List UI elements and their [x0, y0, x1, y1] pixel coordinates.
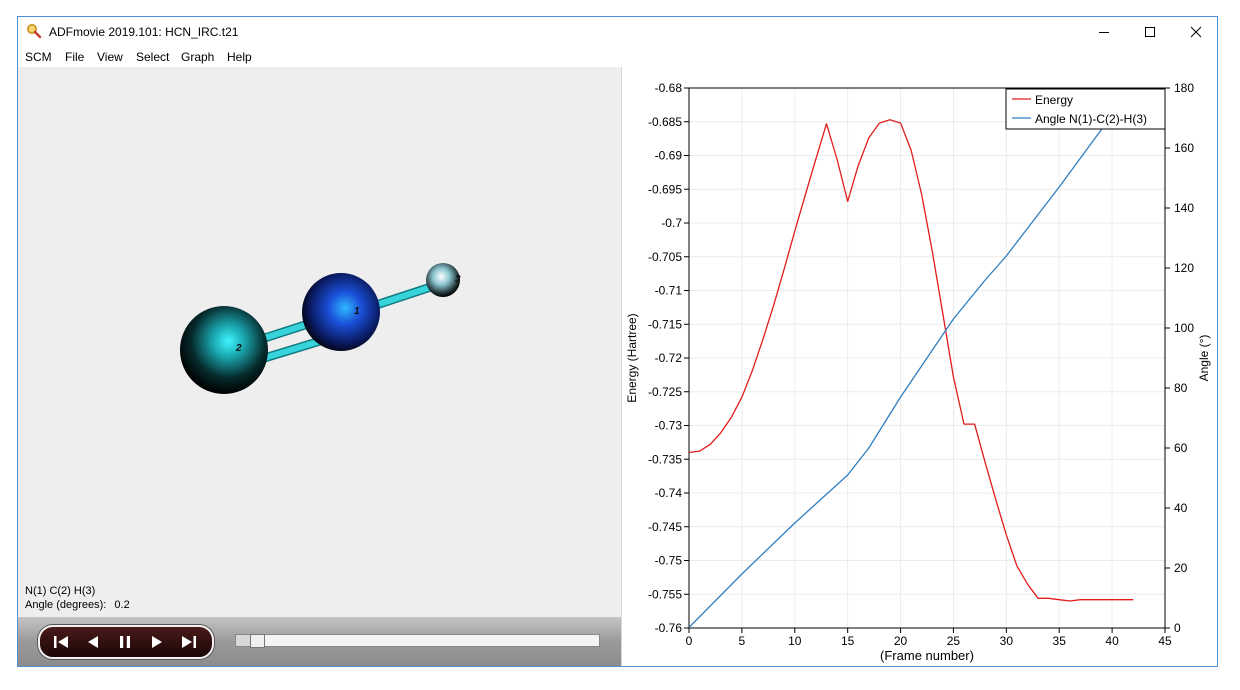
- menu-bar: SCM File View Select Graph Help: [18, 47, 1217, 67]
- atom-n-1[interactable]: 1: [302, 273, 380, 351]
- y2-tick-label: 40: [1174, 501, 1188, 515]
- x-tick-label: 0: [686, 634, 693, 648]
- y-tick-label: -0.755: [648, 587, 682, 601]
- menu-file[interactable]: File: [65, 50, 84, 64]
- y-tick-label: -0.725: [648, 385, 682, 399]
- y2-tick-label: 160: [1174, 141, 1194, 155]
- frame-slider-thumb[interactable]: [250, 634, 266, 648]
- menu-scm[interactable]: SCM: [25, 50, 52, 64]
- y-tick-label: -0.68: [655, 81, 683, 95]
- x-tick-label: 10: [788, 634, 802, 648]
- x-tick-label: 35: [1053, 634, 1067, 648]
- y2-axis-ticks: 0 20 40 60 80 100 120 140 160 180: [1165, 81, 1194, 635]
- y-tick-label: -0.715: [648, 317, 682, 331]
- next-frame-button[interactable]: [146, 631, 168, 653]
- app-window: ADFmovie 2019.101: HCN_IRC.t21 SCM File …: [17, 16, 1218, 667]
- previous-frame-button[interactable]: [82, 631, 104, 653]
- close-icon: [1190, 26, 1202, 38]
- y-tick-label: -0.745: [648, 520, 682, 534]
- title-bar[interactable]: ADFmovie 2019.101: HCN_IRC.t21: [18, 17, 1217, 47]
- y-tick-label: -0.695: [648, 182, 682, 196]
- y2-tick-label: 80: [1174, 381, 1188, 395]
- svg-text:2: 2: [235, 343, 242, 354]
- pause-button[interactable]: [114, 631, 136, 653]
- y-tick-label: -0.685: [648, 115, 682, 129]
- y2-axis-label: Angle (°): [1197, 335, 1211, 382]
- selected-atoms-text: N(1) C(2) H(3): [25, 585, 96, 597]
- angle-readout: Angle (degrees): 0.2: [25, 599, 130, 611]
- atom-c-2[interactable]: 2: [180, 306, 268, 394]
- angle-label: Angle (degrees):: [25, 599, 107, 611]
- y-axis-ticks: -0.68 -0.685 -0.69 -0.695 -0.7 -0.705 -0.71 -0.…: [648, 81, 689, 635]
- y2-tick-label: 180: [1174, 81, 1194, 95]
- x-axis-label: (Frame number): [880, 648, 974, 663]
- y-tick-label: -0.75: [655, 554, 683, 568]
- legend-angle-label: Angle N(1)-C(2)-H(3): [1035, 112, 1147, 126]
- atom-h-3[interactable]: 3: [426, 263, 461, 297]
- y-axis-label: Energy (Hartree): [625, 313, 639, 402]
- x-tick-label: 15: [841, 634, 855, 648]
- y2-tick-label: 0: [1174, 621, 1181, 635]
- maximize-button[interactable]: [1127, 17, 1173, 47]
- y-tick-label: -0.705: [648, 250, 682, 264]
- menu-select[interactable]: Select: [136, 50, 169, 64]
- angle-value: 0.2: [114, 599, 130, 611]
- y-tick-label: -0.69: [655, 149, 683, 163]
- y2-tick-label: 120: [1174, 261, 1194, 275]
- x-tick-label: 20: [894, 634, 908, 648]
- menu-view[interactable]: View: [97, 50, 123, 64]
- y-tick-label: -0.74: [655, 486, 683, 500]
- x-axis-ticks: 0 5 10 15 20 25 30 35 40 45: [686, 628, 1172, 648]
- y-tick-label: -0.735: [648, 452, 682, 466]
- y-tick-label: -0.76: [655, 621, 683, 635]
- menu-help[interactable]: Help: [227, 50, 252, 64]
- y2-tick-label: 60: [1174, 441, 1188, 455]
- window-title: ADFmovie 2019.101: HCN_IRC.t21: [49, 25, 239, 39]
- molecule-scene[interactable]: 2 1 3: [18, 67, 621, 617]
- frame-slider[interactable]: [235, 634, 600, 648]
- magnifier-app-icon: [27, 24, 42, 39]
- energy-series-line: [688, 119, 1134, 602]
- playback-bar: [18, 617, 621, 666]
- last-frame-button[interactable]: [178, 631, 200, 653]
- close-button[interactable]: [1173, 17, 1217, 47]
- y-tick-label: -0.73: [655, 419, 683, 433]
- svg-text:1: 1: [354, 306, 360, 317]
- series-lines: [688, 114, 1134, 628]
- x-tick-label: 25: [947, 634, 961, 648]
- y2-tick-label: 140: [1174, 201, 1194, 215]
- x-tick-label: 40: [1105, 634, 1119, 648]
- legend-energy-label: Energy: [1035, 93, 1073, 107]
- y-tick-label: -0.72: [655, 351, 683, 365]
- molecule-viewer[interactable]: 2 1 3 N(1) C(2) H(3) Angle (degrees): 0.…: [18, 67, 621, 666]
- y-tick-label: -0.7: [661, 216, 682, 230]
- playback-controls: [38, 625, 214, 659]
- y2-tick-label: 100: [1174, 321, 1194, 335]
- maximize-icon: [1145, 27, 1155, 37]
- minimize-icon: [1099, 32, 1109, 33]
- svg-text:3: 3: [455, 274, 461, 285]
- x-tick-label: 5: [739, 634, 746, 648]
- y-tick-label: -0.71: [655, 284, 683, 298]
- menu-graph[interactable]: Graph: [181, 50, 214, 64]
- legend: Energy Angle N(1)-C(2)-H(3): [1005, 88, 1166, 130]
- first-frame-button[interactable]: [50, 631, 72, 653]
- x-tick-label: 45: [1158, 634, 1172, 648]
- energy-angle-chart[interactable]: -0.68 -0.685 -0.69 -0.695 -0.7 -0.705 -0.71 -0.…: [622, 67, 1218, 666]
- graph-pane: -0.68 -0.685 -0.69 -0.695 -0.7 -0.705 -0.71 -0.…: [622, 67, 1218, 666]
- x-tick-label: 30: [1000, 634, 1014, 648]
- y2-tick-label: 20: [1174, 561, 1188, 575]
- minimize-button[interactable]: [1081, 17, 1127, 47]
